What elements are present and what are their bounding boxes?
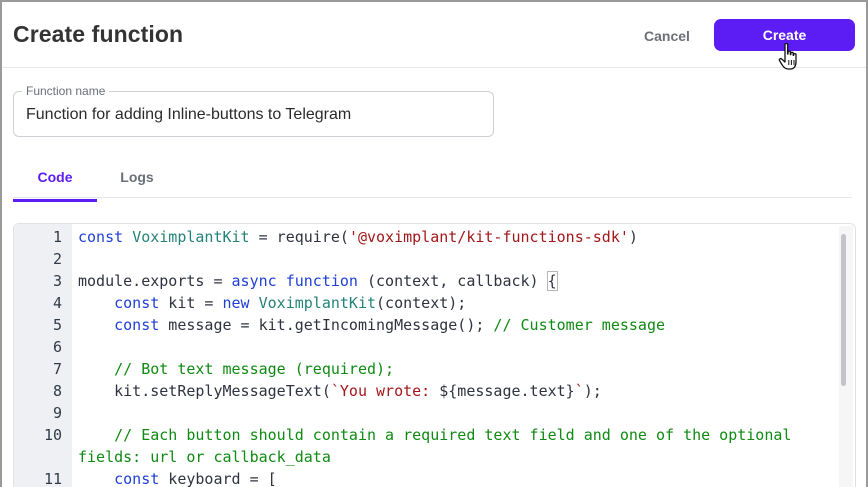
line-number: 5 [52,316,62,334]
cancel-button[interactable]: Cancel [632,25,702,47]
code-line: 9 [14,402,842,424]
code-line: 4 const kit = new VoximplantKit(context)… [14,292,842,314]
code-text: const keyboard = [ [114,470,277,487]
line-number: 7 [52,360,62,378]
code-text: // Bot text message (required); [114,360,395,378]
code-line: 3 module.exports = async function (conte… [14,270,842,292]
line-number: 4 [52,294,62,312]
function-name-field[interactable]: Function name Function for adding Inline… [13,84,494,137]
code-line: 10 // Each button should contain a requi… [14,424,842,468]
code-line: 11 const keyboard = [ [14,468,842,487]
code-text: kit.setReplyMessageText(`You wrote: ${me… [78,382,602,400]
code-text: const kit = new VoximplantKit(context); [114,294,467,312]
line-number: 9 [52,404,62,422]
code-text: // Each button should contain a required… [78,426,801,466]
code-editor[interactable]: 1 const VoximplantKit = require('@voximp… [13,223,856,487]
code-line: 6 [14,336,842,358]
line-number: 6 [52,338,62,356]
dialog-header: Create function Cancel Create [2,2,866,70]
code-content: 1 const VoximplantKit = require('@voximp… [14,226,842,487]
tab-code[interactable]: Code [13,169,97,202]
line-number: 8 [52,382,62,400]
code-text: module.exports = async function (context… [78,271,558,291]
code-text: const message = kit.getIncomingMessage()… [114,316,666,334]
code-line: 2 [14,248,842,270]
function-name-label: Function name [22,84,110,98]
line-number: 11 [43,470,62,487]
line-number: 10 [43,426,62,444]
create-function-dialog: Create function Cancel Create Function n… [0,0,868,487]
code-line: 7 // Bot text message (required); [14,358,842,380]
function-name-input[interactable]: Function for adding Inline-buttons to Te… [26,106,351,124]
tab-logs[interactable]: Logs [107,169,167,197]
code-text: const VoximplantKit = require('@voximpla… [78,228,638,246]
editor-scrollbar-thumb[interactable] [841,234,846,386]
hand-pointer-icon [778,42,797,70]
line-number: 2 [52,250,62,268]
page-title: Create function [13,21,184,47]
code-line: 5 const message = kit.getIncomingMessage… [14,314,842,336]
line-number: 3 [52,272,62,290]
code-line: 8 kit.setReplyMessageText(`You wrote: ${… [14,380,842,402]
tab-bar: Code Logs [13,162,852,202]
code-line: 1 const VoximplantKit = require('@voximp… [14,226,842,248]
line-number: 1 [52,228,62,246]
